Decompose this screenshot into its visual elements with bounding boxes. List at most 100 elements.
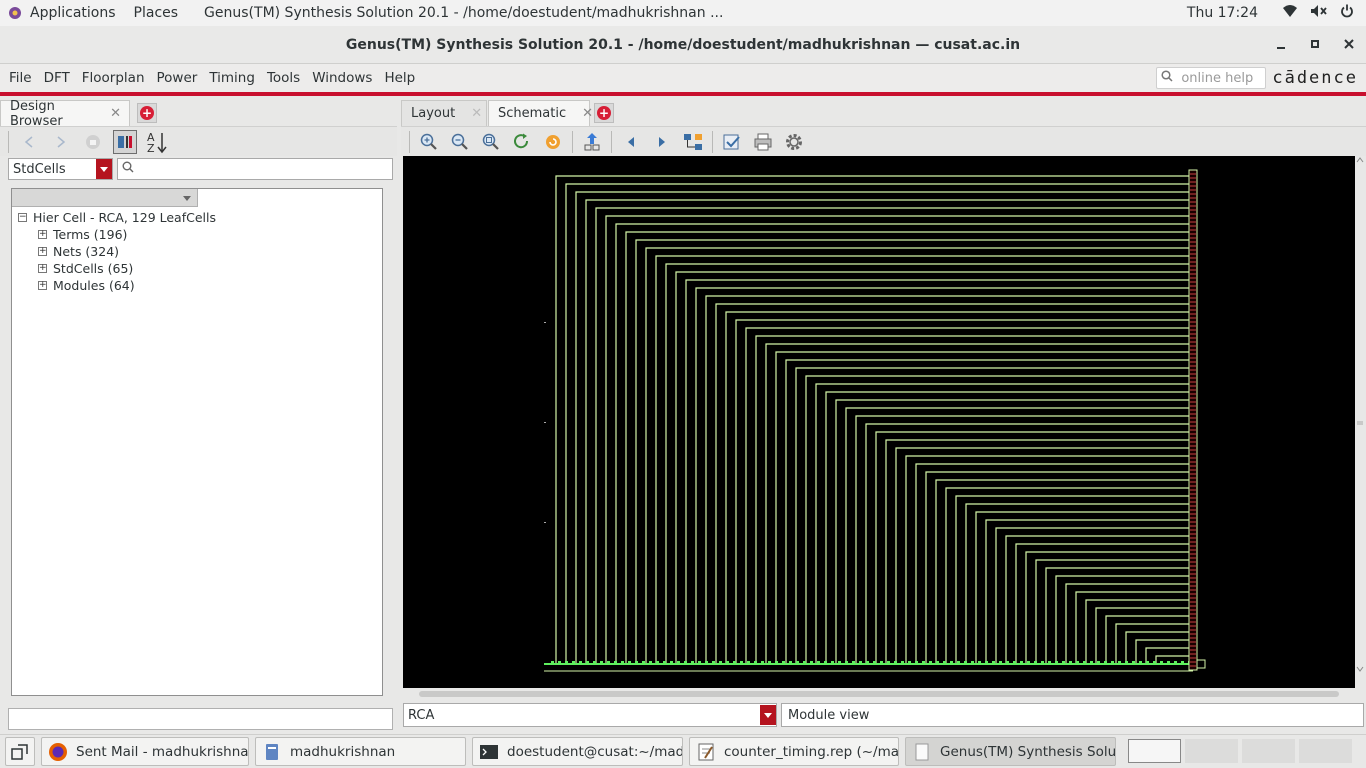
- volume-muted-icon[interactable]: [1310, 4, 1328, 22]
- input-pin[interactable]: [1104, 661, 1107, 664]
- net-wire[interactable]: [875, 431, 1189, 664]
- net-wire[interactable]: [595, 207, 1189, 664]
- input-pin[interactable]: [649, 661, 652, 664]
- input-pin[interactable]: [1069, 661, 1072, 664]
- workspace-3[interactable]: [1242, 739, 1295, 763]
- filter-view-icon[interactable]: [113, 129, 137, 154]
- tree-item-stdcells[interactable]: + StdCells (65): [12, 260, 382, 277]
- net-wire[interactable]: [995, 527, 1189, 664]
- cell-type-select[interactable]: StdCells: [8, 158, 113, 180]
- net-wire[interactable]: [815, 383, 1189, 664]
- refresh-icon[interactable]: [510, 130, 534, 154]
- input-pin[interactable]: [705, 661, 708, 664]
- input-pin[interactable]: [1041, 661, 1044, 664]
- next-icon[interactable]: [650, 130, 674, 154]
- menu-windows[interactable]: Windows: [306, 70, 378, 86]
- menu-dft[interactable]: DFT: [38, 70, 76, 86]
- tree-root[interactable]: − Hier Cell - RCA, 129 LeafCells: [12, 209, 382, 226]
- input-pin[interactable]: [740, 661, 743, 664]
- input-pin[interactable]: [831, 661, 834, 664]
- input-pin[interactable]: [607, 661, 610, 664]
- input-pin[interactable]: [1013, 661, 1016, 664]
- undo-icon[interactable]: [541, 130, 565, 154]
- input-pin[interactable]: [943, 661, 946, 664]
- online-help-search[interactable]: online help: [1156, 67, 1267, 89]
- input-pin[interactable]: [838, 661, 841, 664]
- menu-help[interactable]: Help: [378, 70, 421, 86]
- tab-design-browser[interactable]: Design Browser ✕: [0, 99, 130, 129]
- go-up-hierarchy-icon[interactable]: [580, 130, 604, 154]
- net-wire[interactable]: [1075, 591, 1189, 664]
- input-pin[interactable]: [628, 661, 631, 664]
- show-desktop-button[interactable]: [5, 737, 35, 766]
- input-pin[interactable]: [1090, 661, 1093, 664]
- input-pin[interactable]: [775, 661, 778, 664]
- input-pin[interactable]: [908, 661, 911, 664]
- home-icon[interactable]: [81, 130, 105, 154]
- input-pin[interactable]: [1167, 661, 1170, 664]
- input-pin[interactable]: [747, 661, 750, 664]
- net-wire[interactable]: [1115, 623, 1189, 664]
- input-pin[interactable]: [1118, 661, 1121, 664]
- module-select[interactable]: RCA: [403, 703, 777, 727]
- horizontal-scrollbar[interactable]: [403, 688, 1355, 700]
- input-pin[interactable]: [551, 661, 554, 664]
- net-wire[interactable]: [1135, 639, 1189, 664]
- input-pin[interactable]: [600, 661, 603, 664]
- schematic-canvas[interactable]: [403, 156, 1355, 688]
- hierarchy-view-icon[interactable]: [681, 130, 705, 154]
- tab-schematic[interactable]: Schematic ✕: [488, 100, 593, 126]
- settings-gear-icon[interactable]: [782, 130, 806, 154]
- places-menu[interactable]: Places: [124, 5, 187, 21]
- expand-icon[interactable]: +: [38, 281, 47, 290]
- input-pin[interactable]: [1125, 661, 1128, 664]
- input-pin[interactable]: [677, 661, 680, 664]
- input-pin[interactable]: [824, 661, 827, 664]
- horizontal-scroll-thumb[interactable]: [419, 691, 1339, 697]
- menu-timing[interactable]: Timing: [203, 70, 261, 86]
- applications-menu[interactable]: Applications: [22, 5, 124, 21]
- expand-icon[interactable]: +: [38, 264, 47, 273]
- net-wire[interactable]: [555, 175, 1189, 664]
- export-icon[interactable]: [720, 130, 744, 154]
- input-pin[interactable]: [845, 661, 848, 664]
- net-wire[interactable]: [975, 511, 1189, 664]
- input-pin[interactable]: [684, 661, 687, 664]
- clock[interactable]: Thu 17:24: [1179, 5, 1282, 21]
- task-terminal[interactable]: doestudent@cusat:~/madh...: [472, 737, 683, 766]
- input-pin[interactable]: [1048, 661, 1051, 664]
- input-pin[interactable]: [642, 661, 645, 664]
- input-pin[interactable]: [950, 661, 953, 664]
- input-pin[interactable]: [1083, 661, 1086, 664]
- input-pin[interactable]: [1132, 661, 1135, 664]
- expand-icon[interactable]: +: [38, 247, 47, 256]
- net-wire[interactable]: [615, 223, 1189, 664]
- input-pin[interactable]: [1027, 661, 1030, 664]
- net-wire[interactable]: [715, 303, 1189, 664]
- input-pin[interactable]: [866, 661, 869, 664]
- adder-cell-column[interactable]: [1188, 169, 1198, 671]
- input-pin[interactable]: [803, 661, 806, 664]
- input-pin[interactable]: [782, 661, 785, 664]
- input-pin[interactable]: [936, 661, 939, 664]
- close-window-button[interactable]: [1342, 36, 1356, 52]
- input-pin[interactable]: [957, 661, 960, 664]
- wifi-icon[interactable]: [1282, 4, 1298, 22]
- input-pin[interactable]: [579, 661, 582, 664]
- net-wire[interactable]: [1015, 543, 1189, 664]
- menu-power[interactable]: Power: [151, 70, 204, 86]
- input-pin[interactable]: [999, 661, 1002, 664]
- tree-column-header[interactable]: [12, 189, 198, 207]
- add-tab-button[interactable]: +: [594, 103, 614, 123]
- input-pin[interactable]: [614, 661, 617, 664]
- net-wire[interactable]: [735, 319, 1189, 664]
- net-wire[interactable]: [755, 335, 1189, 664]
- tree-item-modules[interactable]: + Modules (64): [12, 277, 382, 294]
- back-icon[interactable]: [17, 130, 41, 154]
- input-pin[interactable]: [558, 661, 561, 664]
- input-pin[interactable]: [1055, 661, 1058, 664]
- input-pin[interactable]: [761, 661, 764, 664]
- input-pin[interactable]: [859, 661, 862, 664]
- menu-tools[interactable]: Tools: [261, 70, 306, 86]
- input-pin[interactable]: [1111, 661, 1114, 664]
